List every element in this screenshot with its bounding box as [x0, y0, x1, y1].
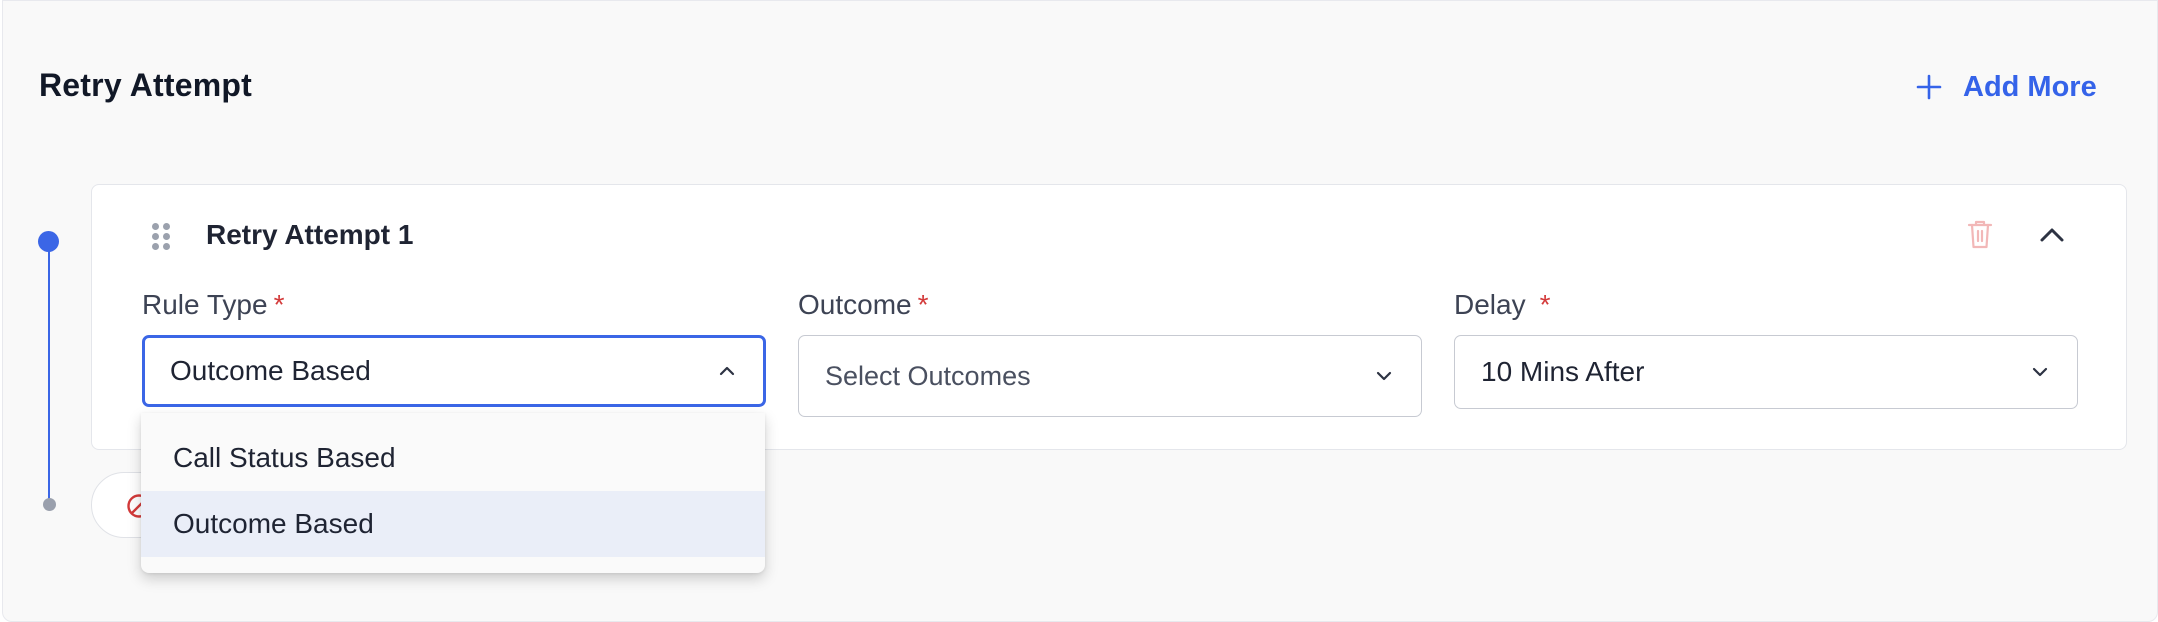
timeline-line — [48, 249, 50, 501]
retry-attempt-panel: Retry Attempt Add More Retry Attempt 1 R… — [2, 0, 2158, 622]
delay-select[interactable]: 10 Mins After — [1454, 335, 2078, 409]
required-mark: * — [273, 289, 285, 320]
chevron-up-icon[interactable] — [2036, 219, 2068, 251]
rule-type-select[interactable]: Outcome Based — [142, 335, 766, 407]
dropdown-option-call-status-based[interactable]: Call Status Based — [141, 425, 765, 491]
delay-value: 10 Mins After — [1481, 356, 1645, 387]
outcome-label: Outcome * — [798, 289, 929, 320]
plus-icon — [1916, 74, 1942, 100]
delay-label: Delay * — [1454, 289, 1551, 320]
required-mark: * — [917, 289, 929, 320]
section-title: Retry Attempt — [39, 67, 252, 103]
chevron-down-icon — [2032, 367, 2048, 377]
chevron-up-icon — [719, 366, 735, 376]
required-mark: * — [1539, 289, 1551, 320]
rule-type-dropdown: Call Status Based Outcome Based — [141, 413, 765, 573]
chevron-down-icon — [1376, 371, 1392, 381]
drag-handle-icon[interactable] — [152, 223, 170, 251]
retry-attempt-title: Retry Attempt 1 — [206, 219, 414, 250]
timeline-end-dot — [43, 498, 56, 511]
outcome-placeholder: Select Outcomes — [825, 360, 1031, 391]
dropdown-option-outcome-based[interactable]: Outcome Based — [141, 491, 765, 557]
outcome-select[interactable]: Select Outcomes — [798, 335, 1422, 417]
add-more-label: Add More — [1963, 70, 2097, 103]
retry-attempt-card: Retry Attempt 1 Rule Type * Outcome Based… — [91, 184, 2127, 450]
add-more-button[interactable]: Add More — [1915, 67, 2097, 107]
rule-type-label: Rule Type * — [142, 289, 285, 320]
trash-icon[interactable] — [1966, 218, 1994, 250]
rule-type-value: Outcome Based — [170, 355, 371, 386]
